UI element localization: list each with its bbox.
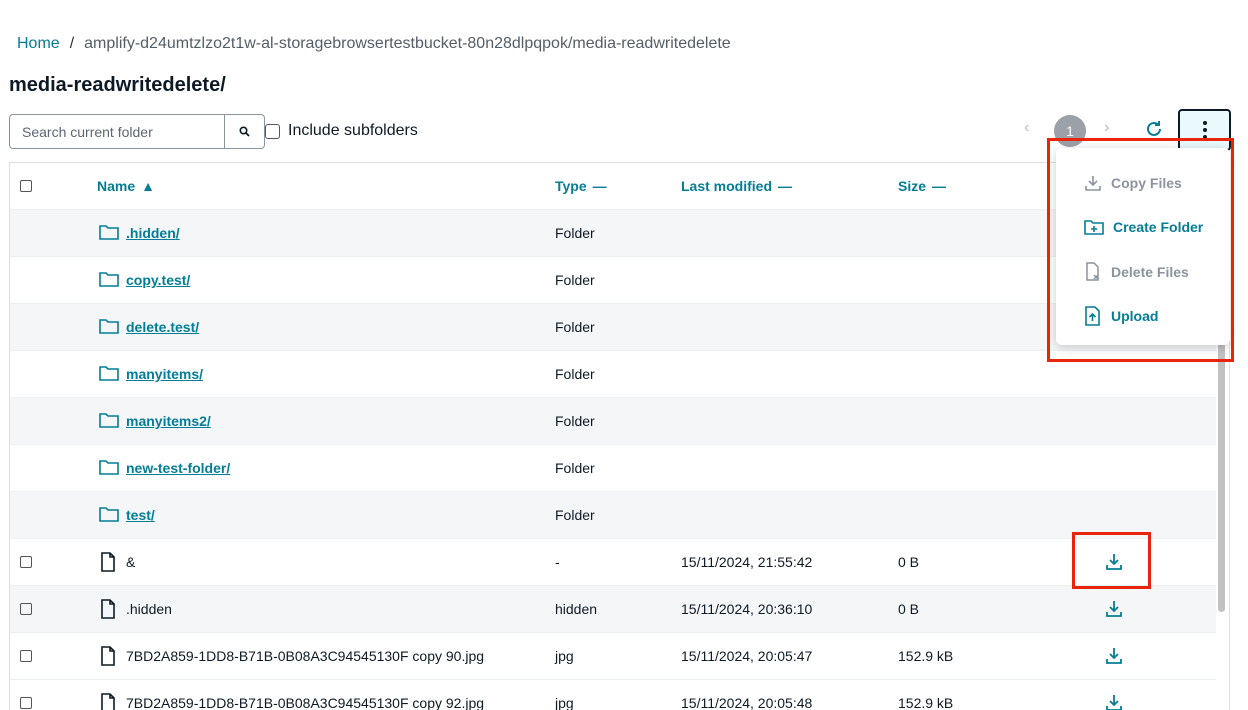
table-row: & - 15/11/2024, 21:55:42 0 B [10,539,1216,586]
select-all-checkbox[interactable] [20,180,32,192]
type-cell: hidden [555,601,598,617]
column-header-name-label: Name [97,178,136,194]
include-subfolders-checkbox[interactable] [265,123,280,139]
column-header-type[interactable]: Type — [555,178,607,194]
type-cell: jpg [555,648,574,664]
sort-none-icon: — [932,178,947,194]
download-icon[interactable] [1104,646,1124,666]
folder-icon [99,366,119,381]
folder-name-link[interactable]: new-test-folder/ [126,460,230,476]
column-header-last-modified-label: Last modified [681,178,773,194]
file-name: & [126,554,136,570]
type-cell: Folder [555,460,595,476]
table-row: .hidden hidden 15/11/2024, 20:36:10 0 B [10,586,1216,633]
folder-name-link[interactable]: copy.test/ [126,272,190,288]
table-row: manyitems2/ Folder [10,398,1216,445]
table-row: 7BD2A859-1DD8-B71B-0B08A3C94545130F copy… [10,633,1216,680]
type-cell: - [555,554,560,570]
folder-icon [99,319,119,334]
folder-icon [99,507,119,522]
file-icon [101,552,115,572]
include-subfolders-label: Include subfolders [288,122,418,139]
sort-none-icon: — [778,178,793,194]
size-cell: 0 B [898,601,920,617]
last-modified-cell: 15/11/2024, 20:05:47 [681,648,813,664]
breadcrumb-separator: / [69,35,75,52]
type-cell: Folder [555,507,595,523]
sort-ascending-icon: ▲ [141,178,155,194]
type-cell: Folder [555,272,595,288]
folder-name-link[interactable]: delete.test/ [126,319,199,335]
next-page-button[interactable]: › [1104,119,1109,137]
sort-none-icon: — [592,178,607,194]
kebab-dot-icon [1202,121,1207,125]
last-modified-cell: 15/11/2024, 21:55:42 [681,554,813,570]
row-checkbox[interactable] [20,556,32,568]
file-icon [101,599,115,619]
type-cell: Folder [555,413,595,429]
column-header-size-label: Size [898,178,927,194]
breadcrumb: Home / amplify-d24umtzlzo2t1w-al-storage… [17,35,731,53]
kebab-dot-icon [1202,128,1207,132]
folder-name-link[interactable]: test/ [126,507,155,523]
folder-icon [99,460,119,475]
last-modified-cell: 15/11/2024, 20:36:10 [681,601,813,617]
file-icon [101,693,115,710]
table-row: manyitems/ Folder [10,351,1216,398]
download-icon[interactable] [1104,599,1124,619]
refresh-icon [1147,121,1161,136]
table-row: 7BD2A859-1DD8-B71B-0B08A3C94545130F copy… [10,680,1216,710]
search-icon [239,126,250,137]
folder-name-link[interactable]: .hidden/ [126,225,180,241]
column-header-name[interactable]: Name ▲ [97,178,155,194]
page-title: media-readwritedelete/ [9,74,226,96]
include-subfolders-toggle[interactable]: Include subfolders [265,122,418,140]
column-header-last-modified[interactable]: Last modified — [681,178,792,194]
size-cell: 152.9 kB [898,695,954,710]
file-icon [101,646,115,666]
highlight-box-actions-menu [1047,138,1234,362]
folder-icon [99,413,119,428]
file-name: .hidden [126,601,172,617]
size-cell: 0 B [898,554,920,570]
file-name: 7BD2A859-1DD8-B71B-0B08A3C94545130F copy… [126,695,485,710]
highlight-box-download [1072,532,1151,589]
previous-page-button[interactable]: ‹ [1024,119,1029,137]
download-icon[interactable] [1104,693,1124,710]
type-cell: jpg [555,695,574,710]
column-header-size[interactable]: Size — [898,178,946,194]
table-row: test/ Folder [10,492,1216,539]
file-name: 7BD2A859-1DD8-B71B-0B08A3C94545130F copy… [126,648,485,664]
row-checkbox[interactable] [20,697,32,709]
folder-icon [99,225,119,240]
breadcrumb-current-path: amplify-d24umtzlzo2t1w-al-storagebrowser… [84,35,731,52]
row-checkbox[interactable] [20,650,32,662]
table-row: delete.test/ Folder [10,304,1216,351]
table-row: copy.test/ Folder [10,257,1216,304]
search-input[interactable] [9,114,225,149]
search-button[interactable] [224,114,265,149]
folder-name-link[interactable]: manyitems2/ [126,413,211,429]
type-cell: Folder [555,319,595,335]
row-checkbox[interactable] [20,603,32,615]
column-header-type-label: Type [555,178,587,194]
table-row: .hidden/ Folder [10,210,1216,257]
type-cell: Folder [555,225,595,241]
size-cell: 152.9 kB [898,648,954,664]
last-modified-cell: 15/11/2024, 20:05:48 [681,695,813,710]
breadcrumb-home-link[interactable]: Home [17,35,60,53]
folder-name-link[interactable]: manyitems/ [126,366,203,382]
folder-icon [99,272,119,287]
table-row: new-test-folder/ Folder [10,445,1216,492]
type-cell: Folder [555,366,595,382]
